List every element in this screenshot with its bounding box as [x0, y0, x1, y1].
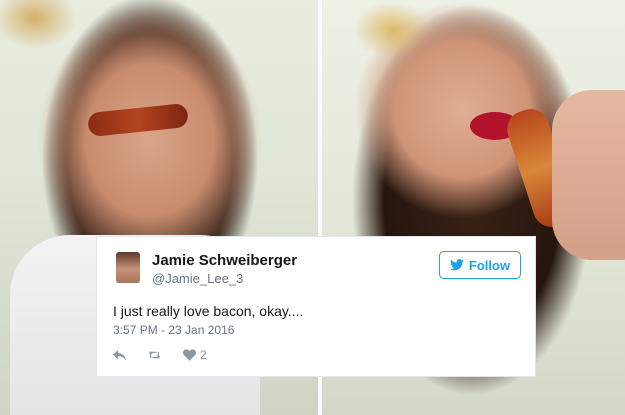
- tweet-card: Jamie Schweiberger @Jamie_Lee_3 Follow I…: [96, 236, 536, 377]
- bacon-strip-left: [87, 102, 189, 138]
- avatar[interactable]: [116, 252, 140, 283]
- reply-button[interactable]: [113, 349, 126, 361]
- retweet-icon: [148, 351, 161, 359]
- like-heart-icon: [183, 349, 196, 361]
- twitter-bird-icon: [449, 259, 464, 271]
- hand: [552, 90, 625, 260]
- retweet-button[interactable]: [148, 349, 161, 361]
- author-handle[interactable]: @Jamie_Lee_3: [152, 271, 243, 286]
- like-button[interactable]: 2: [183, 348, 207, 362]
- tweet-timestamp[interactable]: 3:57 PM - 23 Jan 2016: [113, 323, 234, 337]
- like-count: 2: [200, 348, 207, 362]
- reply-icon: [113, 350, 126, 361]
- follow-button-label: Follow: [468, 257, 511, 273]
- follow-button[interactable]: Follow: [439, 251, 521, 279]
- tweet-text: I just really love bacon, okay....: [113, 303, 304, 319]
- tweet-actions: 2: [113, 348, 229, 362]
- author-name[interactable]: Jamie Schweiberger: [152, 252, 297, 269]
